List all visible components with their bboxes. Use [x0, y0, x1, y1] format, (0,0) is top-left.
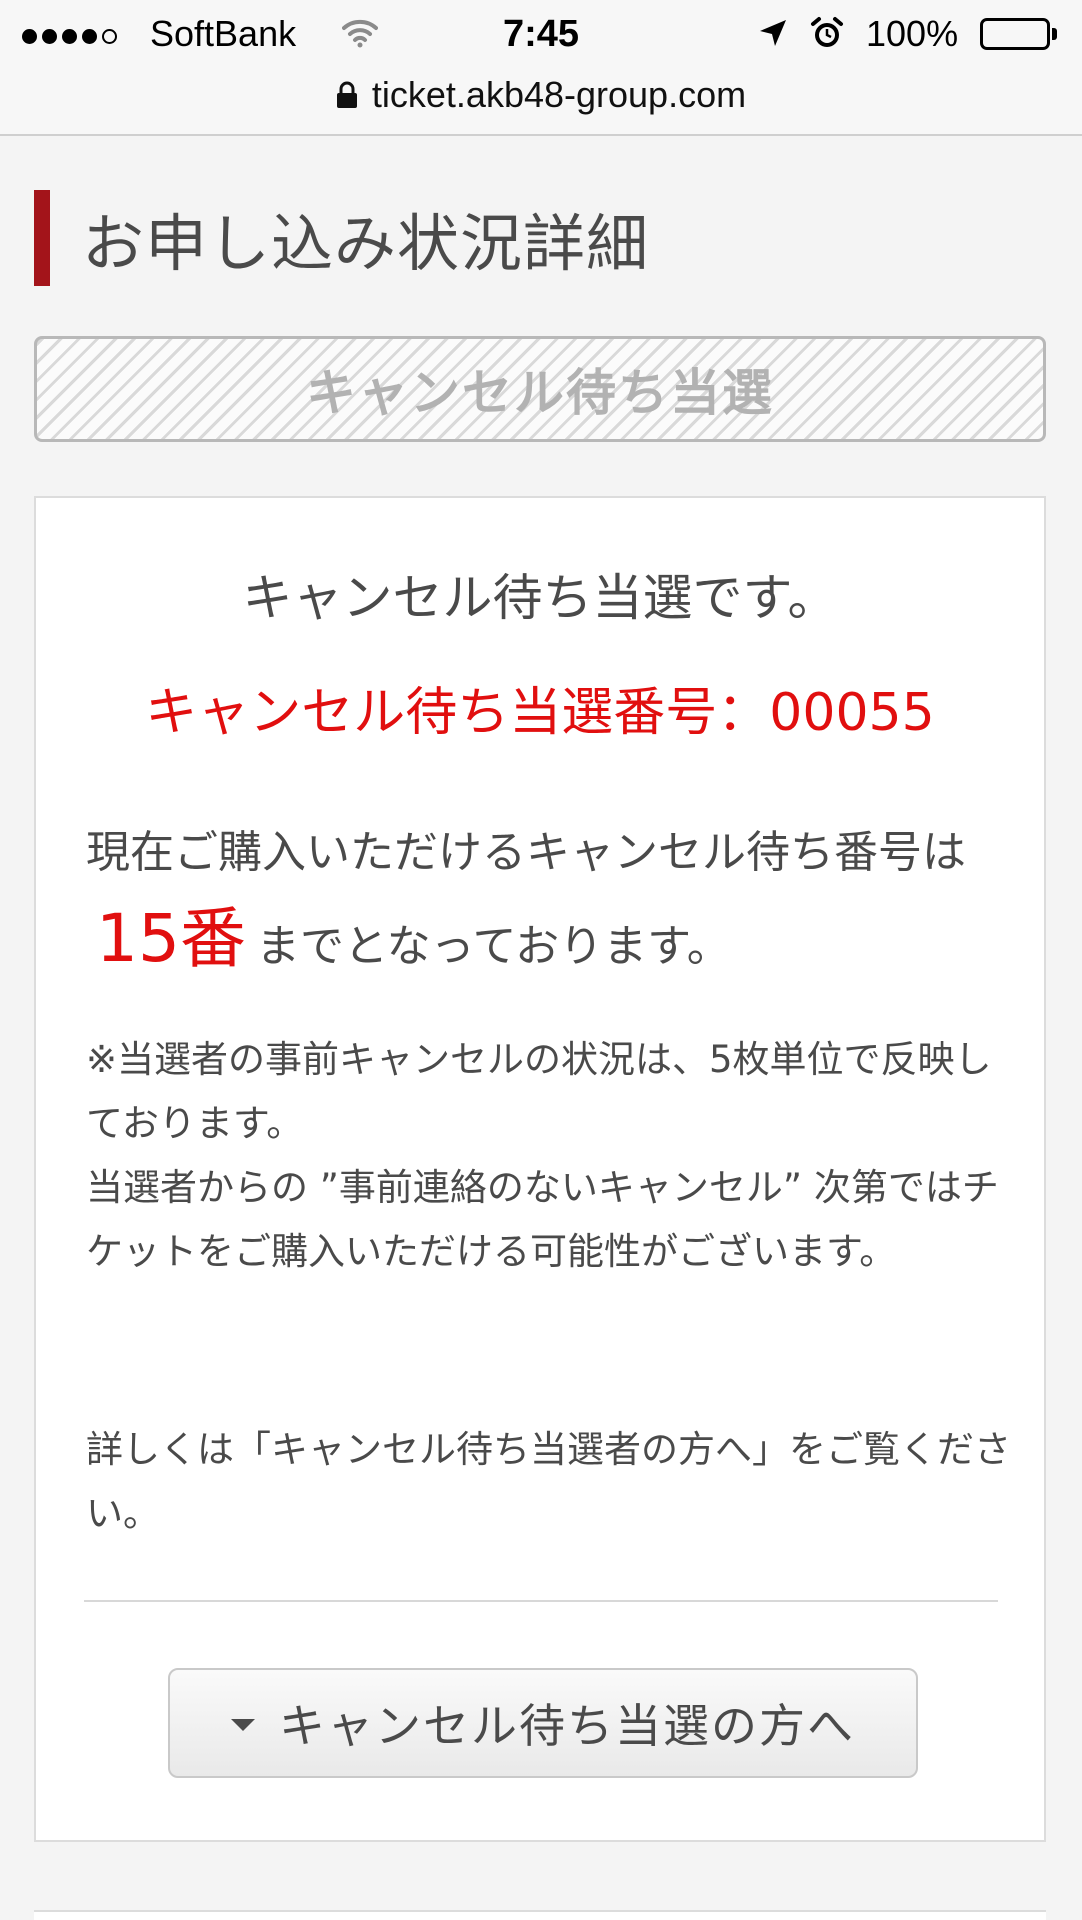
availability-message: 現在ご購入いただけるキャンセル待ち番号は 15番 までとなっております。 [86, 810, 1006, 990]
heading-accent-bar [34, 190, 50, 286]
result-heading: キャンセル待ち当選です。 [242, 569, 838, 627]
guide-button-label: キャンセル待ち当選の方へ [279, 1699, 855, 1753]
divider [84, 1600, 998, 1602]
battery-icon [980, 18, 1058, 50]
winning-number: キャンセル待ち当選番号：00055 [145, 683, 935, 743]
page-heading: お申し込み状況詳細 [34, 190, 649, 286]
cancel-waitlist-guide-button[interactable]: キャンセル待ち当選の方へ [168, 1668, 918, 1778]
status-bar: SoftBank 7:45 100% [0, 0, 1082, 70]
page-title: お申し込み状況詳細 [82, 207, 650, 280]
available-number: 15番 [96, 900, 246, 977]
location-arrow-icon [758, 18, 788, 53]
battery-percentage: 100% [866, 13, 959, 54]
notes: ※当選者の事前キャンセルの状況は、5枚単位で反映しております。 当選者からの ”… [86, 1028, 1016, 1284]
alarm-clock-icon [810, 16, 844, 55]
availability-prefix: 現在ご購入いただけるキャンセル待ち番号は [86, 827, 966, 878]
detail-card: キャンセル待ち当選です。 キャンセル待ち当選番号：00055 現在ご購入いただけ… [34, 496, 1046, 1842]
browser-top-bar: SoftBank 7:45 100% ticket.akb48-group.co… [0, 0, 1082, 136]
next-section-edge [34, 1910, 1046, 1920]
note-line: ※当選者の事前キャンセルの状況は、5枚単位で反映しております。 [86, 1038, 992, 1145]
availability-suffix: までとなっております。 [255, 921, 731, 972]
url-text[interactable]: ticket.akb48-group.com [372, 73, 746, 117]
address-bar[interactable]: ticket.akb48-group.com [0, 70, 1082, 120]
details-text: 詳しくは「キャンセル待ち当選者の方へ」をご覧ください。 [86, 1428, 1011, 1535]
note-line: 当選者からの ”事前連絡のないキャンセル” 次第ではチケットをご購入いただける可… [86, 1166, 999, 1273]
caret-down-icon [231, 1719, 255, 1731]
lock-icon [336, 81, 358, 109]
status-label: キャンセル待ち当選 [306, 364, 774, 422]
application-status-banner: キャンセル待ち当選 [34, 336, 1046, 442]
